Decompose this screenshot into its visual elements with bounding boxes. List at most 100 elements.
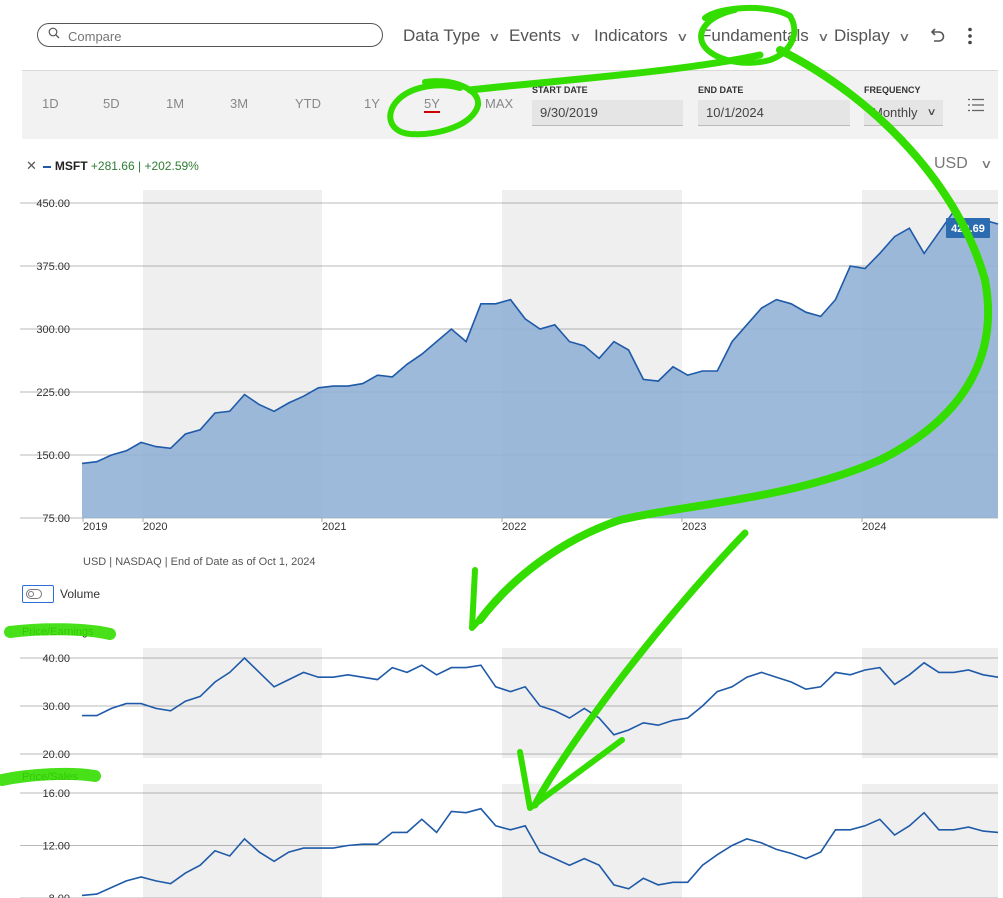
data-point [805,311,807,313]
data-point [746,676,748,678]
data-point [642,877,644,879]
data-point [406,671,408,673]
frequency-select[interactable]: Monthly ∨ [864,100,943,126]
range-3m[interactable]: 3M [230,96,248,111]
range-5y[interactable]: 5Y [424,96,440,113]
data-point [110,707,112,709]
data-point [421,818,423,820]
menu-data-type[interactable]: Data Type ∨ [403,26,501,46]
y-tick-label: 40.00 [42,653,70,665]
data-point [642,722,644,724]
data-point [923,812,925,814]
price-chart[interactable]: 450.00 375.00 300.00 225.00 150.00 75.00 2019 2… [0,180,1003,540]
data-point [465,341,467,343]
data-point [96,715,98,717]
period-band [143,648,322,758]
data-point [539,328,541,330]
start-date-label: START DATE [532,85,588,95]
menu-label: Fundamentals [701,26,809,45]
search-icon [48,27,60,39]
data-point [125,450,127,452]
ps-chart[interactable]: 16.00 12.00 8.00 [0,784,1003,898]
data-point [495,686,497,688]
end-date-field[interactable]: 10/1/2024 [698,100,850,126]
period-band [862,784,998,898]
data-point [421,353,423,355]
data-point [362,676,364,678]
y-tick-label: 8.00 [49,893,70,898]
data-point [81,715,83,717]
pe-chart[interactable]: 40.00 30.00 20.00 [0,640,1003,758]
data-point [509,691,511,693]
data-point [303,395,305,397]
data-point [539,705,541,707]
data-point [805,858,807,860]
data-point [229,855,231,857]
last-price-label: 420.69 [951,223,985,235]
data-point [628,349,630,351]
data-point [879,667,881,669]
percent-change: +202.59% [144,159,199,173]
data-point [879,818,881,820]
undo-icon[interactable] [928,27,946,45]
menu-fundamentals[interactable]: Fundamentals ∨ [701,26,829,46]
compare-search[interactable] [37,23,383,47]
range-ytd[interactable]: YTD [295,96,321,111]
data-point [672,881,674,883]
more-options-icon[interactable] [967,27,973,45]
data-point [790,303,792,305]
chevron-down-icon: ∨ [980,157,993,171]
menu-display[interactable]: Display ∨ [834,26,910,46]
volume-toggle[interactable] [22,585,54,603]
period-band [862,648,998,758]
data-point [96,893,98,895]
data-point [243,838,245,840]
data-point [288,679,290,681]
data-point [524,686,526,688]
remove-series-icon[interactable]: ✕ [26,158,37,173]
menu-indicators[interactable]: Indicators ∨ [594,26,688,46]
data-point [214,681,216,683]
menu-label: Display [834,26,890,45]
list-icon[interactable] [968,98,984,112]
series-legend: ✕ MSFT +281.66 | +202.59% [26,158,199,174]
currency-select[interactable]: USD ∨ [934,155,993,173]
search-input[interactable] [66,26,370,46]
data-point [465,812,467,814]
range-1d[interactable]: 1D [42,96,59,111]
start-date-field[interactable]: 9/30/2019 [532,100,683,126]
data-point [997,831,999,833]
data-point [243,393,245,395]
x-tick-label: 2020 [143,521,167,533]
data-point [450,328,452,330]
data-point [908,227,910,229]
range-5d[interactable]: 5D [103,96,120,111]
frequency-label: FREQUENCY [864,85,921,95]
data-point [347,385,349,387]
menu-events[interactable]: Events ∨ [509,26,582,46]
data-point [140,703,142,705]
data-point [997,676,999,678]
y-tick-label: 225.00 [36,387,70,399]
data-point [746,324,748,326]
data-point [229,671,231,673]
toolbar: Data Type ∨ Events ∨ Indicators ∨ Fundament… [22,0,998,71]
data-point [731,341,733,343]
data-point [598,357,600,359]
range-max[interactable]: MAX [485,96,513,111]
data-point [303,847,305,849]
x-tick-label: 2024 [862,521,886,533]
data-point [849,265,851,267]
data-point [879,252,881,254]
data-point [687,374,689,376]
data-point [214,850,216,852]
range-1y[interactable]: 1Y [364,96,380,111]
data-point [894,236,896,238]
data-point [450,667,452,669]
data-point [731,844,733,846]
data-point [184,700,186,702]
data-point [495,825,497,827]
data-point [170,883,172,885]
range-1m[interactable]: 1M [166,96,184,111]
data-point [864,267,866,269]
